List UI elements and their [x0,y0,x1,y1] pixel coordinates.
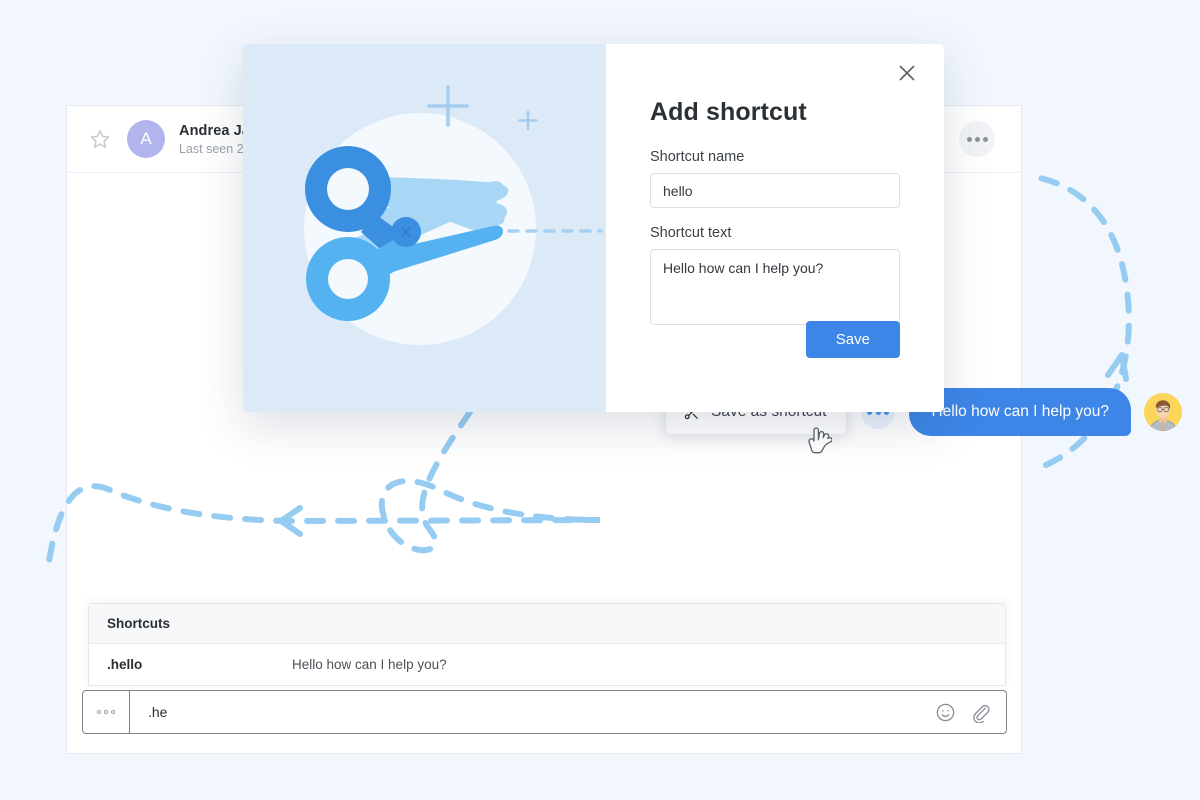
chat-options-button[interactable] [959,121,995,157]
avatar [1144,393,1182,431]
page-root: A Andrea Jay Last seen 2 da Hello how ca… [0,0,1200,800]
composer-icon-group [935,702,1006,723]
person-avatar-illustration [1144,393,1182,431]
star-icon[interactable] [89,128,111,150]
composer-options-button[interactable] [83,691,130,733]
scissors-illustration [304,85,603,345]
smiley-icon[interactable] [935,702,956,723]
modal-illustration-panel [243,44,606,412]
save-button[interactable]: Save [805,321,900,358]
ellipsis-icon [111,710,115,714]
arrowhead-up [1105,352,1129,382]
modal-form-panel: Add shortcut Shortcut name Shortcut text… [606,44,944,412]
ellipsis-icon [104,710,108,714]
add-shortcut-modal: Add shortcut Shortcut name Shortcut text… [243,44,944,412]
ellipsis-icon [966,136,972,142]
shortcut-text-input[interactable] [650,249,900,325]
ellipsis-icon [974,136,980,142]
list-item[interactable]: .hello Hello how can I help you? [89,644,1005,685]
page-title: Add shortcut [650,98,807,126]
shortcut-name-input[interactable] [650,173,900,208]
shortcuts-panel-title: Shortcuts [89,604,1005,644]
shortcut-name-label: Shortcut name [650,149,745,165]
ellipsis-icon [982,136,988,142]
message-composer [82,690,1007,734]
shortcut-text-label: Shortcut text [650,225,732,241]
paperclip-icon[interactable] [969,702,990,723]
ellipsis-icon [97,710,101,714]
message-input[interactable] [130,704,935,720]
shortcuts-panel: Shortcuts .hello Hello how can I help yo… [88,603,1006,686]
close-icon[interactable] [894,60,920,86]
shortcut-text: Hello how can I help you? [292,657,447,672]
pointer-hand-cursor [808,427,833,454]
contact-avatar-initial: A [140,129,152,148]
contact-avatar: A [127,120,165,158]
shortcut-key: .hello [107,657,143,672]
